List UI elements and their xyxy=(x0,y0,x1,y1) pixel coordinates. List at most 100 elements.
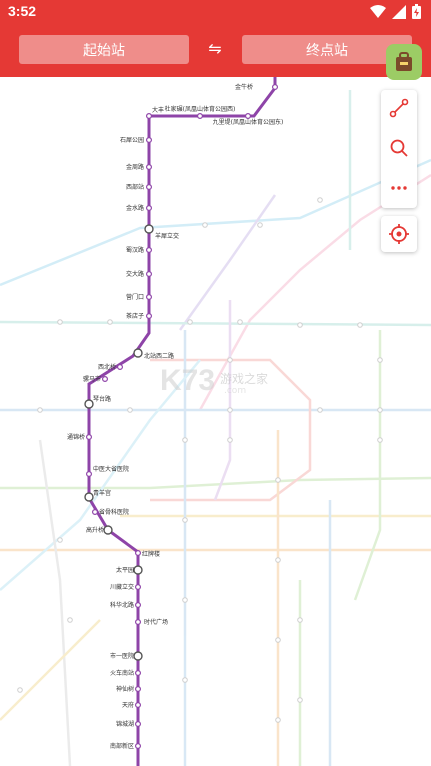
station-label-s4[interactable]: 九里堤(凤凰山体育公园东) xyxy=(213,118,284,126)
background-station-dot[interactable] xyxy=(202,222,208,228)
start-station-input[interactable]: 起始站 xyxy=(19,35,189,64)
background-station-dot[interactable] xyxy=(227,437,233,443)
background-station-dot[interactable] xyxy=(377,437,383,443)
background-station-dot[interactable] xyxy=(317,407,323,413)
background-station-dot[interactable] xyxy=(275,557,281,563)
station-marker-s1[interactable] xyxy=(272,83,279,90)
station-label-s17[interactable]: 琴台路 xyxy=(93,395,111,403)
background-station-dot[interactable] xyxy=(182,677,188,683)
station-label-s33[interactable]: 南部新区 xyxy=(110,742,134,750)
station-marker-s23[interactable] xyxy=(135,549,142,556)
station-label-s30[interactable]: 神仙树 xyxy=(116,685,134,693)
station-label-s7[interactable]: 西部站 xyxy=(126,183,144,191)
background-station-dot[interactable] xyxy=(182,437,188,443)
station-marker-s3[interactable] xyxy=(197,112,204,119)
background-station-dot[interactable] xyxy=(182,597,188,603)
station-marker-s31[interactable] xyxy=(135,701,142,708)
background-station-dot[interactable] xyxy=(57,319,63,325)
station-marker-s12[interactable] xyxy=(146,294,153,301)
station-label-s2[interactable]: 大丰 xyxy=(152,106,164,114)
station-label-s29[interactable]: 火车南站 xyxy=(110,669,134,677)
search-tool-button[interactable] xyxy=(381,130,417,166)
station-label-s23[interactable]: 红牌楼 xyxy=(142,550,160,558)
station-marker-s6[interactable] xyxy=(146,164,153,171)
station-marker-s25[interactable] xyxy=(135,583,142,590)
locate-button[interactable] xyxy=(381,216,417,252)
station-marker-s2[interactable] xyxy=(146,112,153,119)
station-marker-s21[interactable] xyxy=(91,509,98,516)
station-marker-s15[interactable] xyxy=(116,364,123,371)
background-station-dot[interactable] xyxy=(357,322,363,328)
metro-map[interactable]: 金牛桥大丰 杜家碾(凤凰山体育公园西) 九里堤(凤凰山体育公园东) 石犀公园金周路西部… xyxy=(0,77,431,766)
background-station-dot[interactable] xyxy=(317,197,323,203)
station-label-s24[interactable]: 太平园 xyxy=(116,566,134,574)
station-label-s14[interactable]: 北站西二路 xyxy=(144,352,174,360)
background-station-dot[interactable] xyxy=(297,322,303,328)
station-label-s3[interactable]: 杜家碾(凤凰山体育公园西) xyxy=(165,105,236,113)
app-badge[interactable] xyxy=(386,44,422,80)
station-label-s28[interactable]: 市一医院 xyxy=(110,652,134,660)
station-marker-s4[interactable] xyxy=(245,112,252,119)
station-marker-s32[interactable] xyxy=(135,720,142,727)
station-marker-s33[interactable] xyxy=(135,742,142,749)
station-marker-s18[interactable] xyxy=(85,434,92,441)
background-station-dot[interactable] xyxy=(275,477,281,483)
station-marker-s28[interactable] xyxy=(133,651,143,661)
station-label-s8[interactable]: 金水路 xyxy=(126,204,144,212)
station-marker-s20[interactable] xyxy=(84,492,94,502)
background-station-dot[interactable] xyxy=(237,319,243,325)
station-label-s20[interactable]: 青羊宫 xyxy=(93,489,111,497)
station-label-s10[interactable]: 蜀汉路 xyxy=(126,246,144,254)
station-label-s12[interactable]: 营门口 xyxy=(126,293,144,301)
station-marker-s29[interactable] xyxy=(135,669,142,676)
background-station-dot[interactable] xyxy=(57,537,63,543)
station-label-s16[interactable]: 骡马市 xyxy=(83,375,101,383)
background-station-dot[interactable] xyxy=(187,319,193,325)
station-marker-s11[interactable] xyxy=(146,271,153,278)
station-label-s32[interactable]: 锦城湖 xyxy=(116,720,134,728)
station-label-s25[interactable]: 川藏立交 xyxy=(110,583,134,591)
station-marker-s8[interactable] xyxy=(146,205,153,212)
station-marker-s19[interactable] xyxy=(85,471,92,478)
station-label-s22[interactable]: 高升桥 xyxy=(86,526,104,534)
station-marker-s26[interactable] xyxy=(135,601,142,608)
station-label-s31[interactable]: 天府 xyxy=(122,701,134,709)
station-label-s19[interactable]: 中医大省医院 xyxy=(93,465,129,473)
station-marker-s22[interactable] xyxy=(103,525,113,535)
station-label-s1[interactable]: 金牛桥 xyxy=(235,83,253,91)
station-marker-s30[interactable] xyxy=(135,685,142,692)
background-station-dot[interactable] xyxy=(377,407,383,413)
station-marker-s17[interactable] xyxy=(84,399,94,409)
station-label-s11[interactable]: 交大路 xyxy=(126,270,144,278)
station-label-s5[interactable]: 石犀公园 xyxy=(120,137,144,144)
station-marker-s5[interactable] xyxy=(146,137,153,144)
background-station-dot[interactable] xyxy=(297,617,303,623)
background-station-dot[interactable] xyxy=(297,697,303,703)
background-station-dot[interactable] xyxy=(107,319,113,325)
station-label-s13[interactable]: 茶店子 xyxy=(126,312,144,320)
background-station-dot[interactable] xyxy=(182,517,188,523)
background-station-dot[interactable] xyxy=(17,687,23,693)
station-marker-s16[interactable] xyxy=(101,376,108,383)
station-label-s26[interactable]: 科华北路 xyxy=(110,601,134,609)
station-marker-s10[interactable] xyxy=(146,247,153,254)
station-label-s15[interactable]: 西北桥 xyxy=(98,363,116,371)
station-marker-s7[interactable] xyxy=(146,184,153,191)
background-station-dot[interactable] xyxy=(127,407,133,413)
background-station-dot[interactable] xyxy=(227,407,233,413)
background-station-dot[interactable] xyxy=(37,407,43,413)
background-station-dot[interactable] xyxy=(275,717,281,723)
station-marker-s27[interactable] xyxy=(135,618,142,625)
route-tool-button[interactable] xyxy=(381,90,417,126)
background-station-dot[interactable] xyxy=(257,222,263,228)
more-tool-button[interactable] xyxy=(381,170,417,206)
station-label-s27[interactable]: 时代广场 xyxy=(144,618,168,626)
station-label-s6[interactable]: 金周路 xyxy=(126,163,144,171)
station-marker-s24[interactable] xyxy=(133,565,143,575)
background-station-dot[interactable] xyxy=(227,357,233,363)
background-station-dot[interactable] xyxy=(377,357,383,363)
station-marker-s13[interactable] xyxy=(146,313,153,320)
station-label-s18[interactable]: 通锦桥 xyxy=(67,433,85,441)
background-station-dot[interactable] xyxy=(67,617,73,623)
station-label-s9[interactable]: 羊犀立交 xyxy=(155,232,179,240)
